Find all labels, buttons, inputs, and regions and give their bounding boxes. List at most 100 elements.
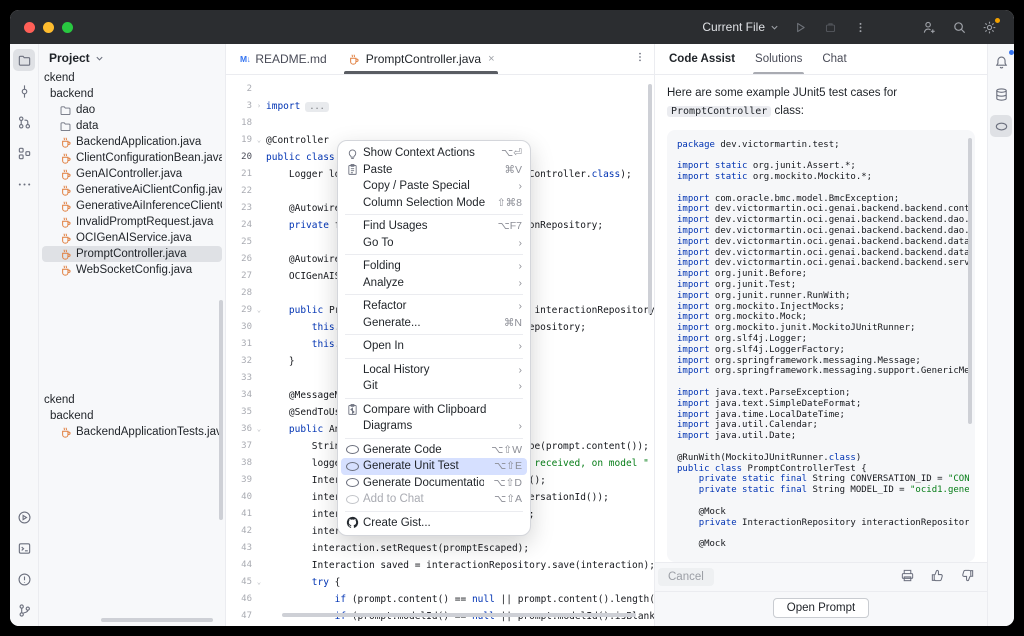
menu-item-label: Git [363, 380, 509, 392]
git-branch-icon[interactable] [13, 599, 35, 621]
tab-promptcontroller[interactable]: PromptController.java × [337, 44, 505, 74]
assist-code-line: private static final String CONVERSATION… [677, 474, 969, 485]
menu-item-label: Column Selection Mode [363, 197, 487, 209]
menu-item-show-context-actions[interactable]: Show Context Actions⌥⏎ [341, 145, 527, 162]
code-token [266, 424, 289, 435]
fold-marker-icon[interactable]: ⌄ [252, 421, 266, 438]
project-folder-icon[interactable] [13, 49, 35, 71]
menu-item-paste[interactable]: Paste⌘V [341, 162, 527, 179]
zoom-window-button[interactable] [62, 22, 73, 33]
editor-horizontal-scrollbar[interactable] [282, 613, 636, 617]
line-text-right: Repository; [523, 319, 586, 336]
menu-item-column-selection-mode[interactable]: Column Selection Mode⇧⌘8 [341, 195, 527, 212]
settings-icon[interactable] [981, 19, 998, 36]
code-token: org.junit.Assert.*; [747, 161, 855, 171]
tree-item-ckend[interactable]: ckend [42, 392, 222, 408]
editor-vertical-scrollbar[interactable] [648, 84, 652, 314]
tree-item-data[interactable]: data [42, 118, 222, 134]
commit-icon[interactable] [13, 80, 35, 102]
fold-marker-icon[interactable]: ⌄ [252, 132, 266, 149]
menu-item-open-in[interactable]: Open In› [341, 338, 527, 355]
notifications-icon[interactable] [990, 51, 1012, 73]
menu-item-copy-paste-special[interactable]: Copy / Paste Special› [341, 178, 527, 195]
menu-item-add-to-chat[interactable]: Add to Chat⌥⇧A [341, 491, 527, 508]
tree-item-invalidpromptrequest-java[interactable]: InvalidPromptRequest.java [42, 214, 222, 230]
menu-item-compare-with-clipboard[interactable]: Compare with Clipboard [341, 402, 527, 419]
line-number: 47 [226, 608, 252, 625]
menu-item-diagrams[interactable]: Diagrams› [341, 418, 527, 435]
close-window-button[interactable] [24, 22, 35, 33]
menu-item-go-to[interactable]: Go To› [341, 235, 527, 252]
assist-code-line: import dev.victormartin.oci.genai.backen… [677, 226, 969, 237]
thumbs-down-icon[interactable] [960, 568, 975, 586]
menu-item-generate[interactable]: Generate...⌘N [341, 315, 527, 332]
fold-marker-icon[interactable]: ⌄ [252, 574, 266, 591]
more-icon[interactable] [852, 19, 869, 36]
project-panel-header[interactable]: Project [39, 44, 225, 69]
code-token: @MessageM [266, 390, 340, 401]
close-icon[interactable]: × [488, 53, 494, 65]
menu-item-refactor[interactable]: Refactor› [341, 298, 527, 315]
fold-marker-icon[interactable]: › [252, 98, 266, 115]
fold-marker-icon [252, 115, 266, 132]
menu-item-folding[interactable]: Folding› [341, 258, 527, 275]
project-horizontal-scrollbar[interactable] [101, 618, 213, 622]
fold-marker-icon [252, 387, 266, 404]
minimize-window-button[interactable] [43, 22, 54, 33]
menu-item-generate-unit-test[interactable]: Generate Unit Test⌥⇧E [341, 458, 527, 475]
run-icon[interactable] [792, 19, 809, 36]
project-vertical-scrollbar[interactable] [219, 300, 223, 520]
structure-icon[interactable] [13, 142, 35, 164]
tree-item-websocketconfig-java[interactable]: WebSocketConfig.java [42, 262, 222, 278]
menu-item-local-history[interactable]: Local History› [341, 362, 527, 379]
menu-item-generate-code[interactable]: Generate Code⌥⇧W [341, 442, 527, 459]
menu-separator [345, 358, 523, 359]
tree-item-generativeaiclientconfig-java[interactable]: GenerativeAiClientConfig.java [42, 182, 222, 198]
run-icon[interactable] [13, 506, 35, 528]
profiler-icon[interactable] [822, 19, 839, 36]
codeblock-scrollbar[interactable] [968, 138, 972, 424]
tree-item-backendapplicationtests-java[interactable]: BackendApplicationTests.java [42, 424, 222, 440]
more-icon[interactable] [13, 173, 35, 195]
problems-icon[interactable] [13, 568, 35, 590]
tree-item-ocigenaiservice-java[interactable]: OCIGenAIService.java [42, 230, 222, 246]
tree-item-clientconfigurationbean-java[interactable]: ClientConfigurationBean.java [42, 150, 222, 166]
tree-item-dao[interactable]: dao [42, 102, 222, 118]
open-prompt-button[interactable]: Open Prompt [773, 598, 869, 618]
menu-item-git[interactable]: Git› [341, 378, 527, 395]
tab-chat[interactable]: Chat [812, 44, 856, 74]
line-text: import... [266, 98, 654, 115]
tab-solutions[interactable]: Solutions [745, 44, 812, 74]
tree-item-genaicontroller-java[interactable]: GenAIController.java [42, 166, 222, 182]
tab-options-icon[interactable] [634, 50, 646, 68]
terminal-icon[interactable] [13, 537, 35, 559]
tree-item-backend[interactable]: backend [42, 408, 222, 424]
print-icon[interactable] [900, 568, 915, 586]
tab-code-assist[interactable]: Code Assist [659, 44, 745, 74]
menu-item-find-usages[interactable]: Find Usages⌥F7 [341, 218, 527, 235]
add-user-icon[interactable] [921, 19, 938, 36]
pull-requests-icon[interactable] [13, 111, 35, 133]
fold-marker-icon [252, 183, 266, 200]
cancel-button[interactable]: Cancel [658, 568, 714, 586]
generated-test-code-block[interactable]: package dev.victormartin.test; import st… [667, 130, 975, 562]
tree-item-generativeaiinferenceclientconfig-java[interactable]: GenerativeAiInferenceClientConfig.java [42, 198, 222, 214]
tree-item-promptcontroller-java[interactable]: PromptController.java [42, 246, 222, 262]
menu-item-generate-documentation[interactable]: Generate Documentation⌥⇧D [341, 475, 527, 492]
tree-item-ckend[interactable]: ckend [42, 70, 222, 86]
run-configuration-selector[interactable]: Current File [702, 20, 779, 34]
code-token: import [677, 248, 710, 258]
assist-intro-text: Here are some example JUnit5 test cases … [667, 85, 975, 121]
editor-line: 18 [226, 115, 654, 132]
database-icon[interactable] [990, 83, 1012, 105]
menu-item-analyze[interactable]: Analyze› [341, 275, 527, 292]
code-assist-icon[interactable] [990, 115, 1012, 137]
search-icon[interactable] [951, 19, 968, 36]
tree-item-backend[interactable]: backend [42, 86, 222, 102]
tab-readme[interactable]: M↓ README.md [230, 44, 337, 74]
code-token: java.time.LocalDateTime; [710, 410, 845, 420]
thumbs-up-icon[interactable] [930, 568, 945, 586]
fold-marker-icon[interactable]: ⌄ [252, 302, 266, 319]
tree-item-backendapplication-java[interactable]: BackendApplication.java [42, 134, 222, 150]
menu-item-create-gist[interactable]: Create Gist... [341, 515, 527, 532]
